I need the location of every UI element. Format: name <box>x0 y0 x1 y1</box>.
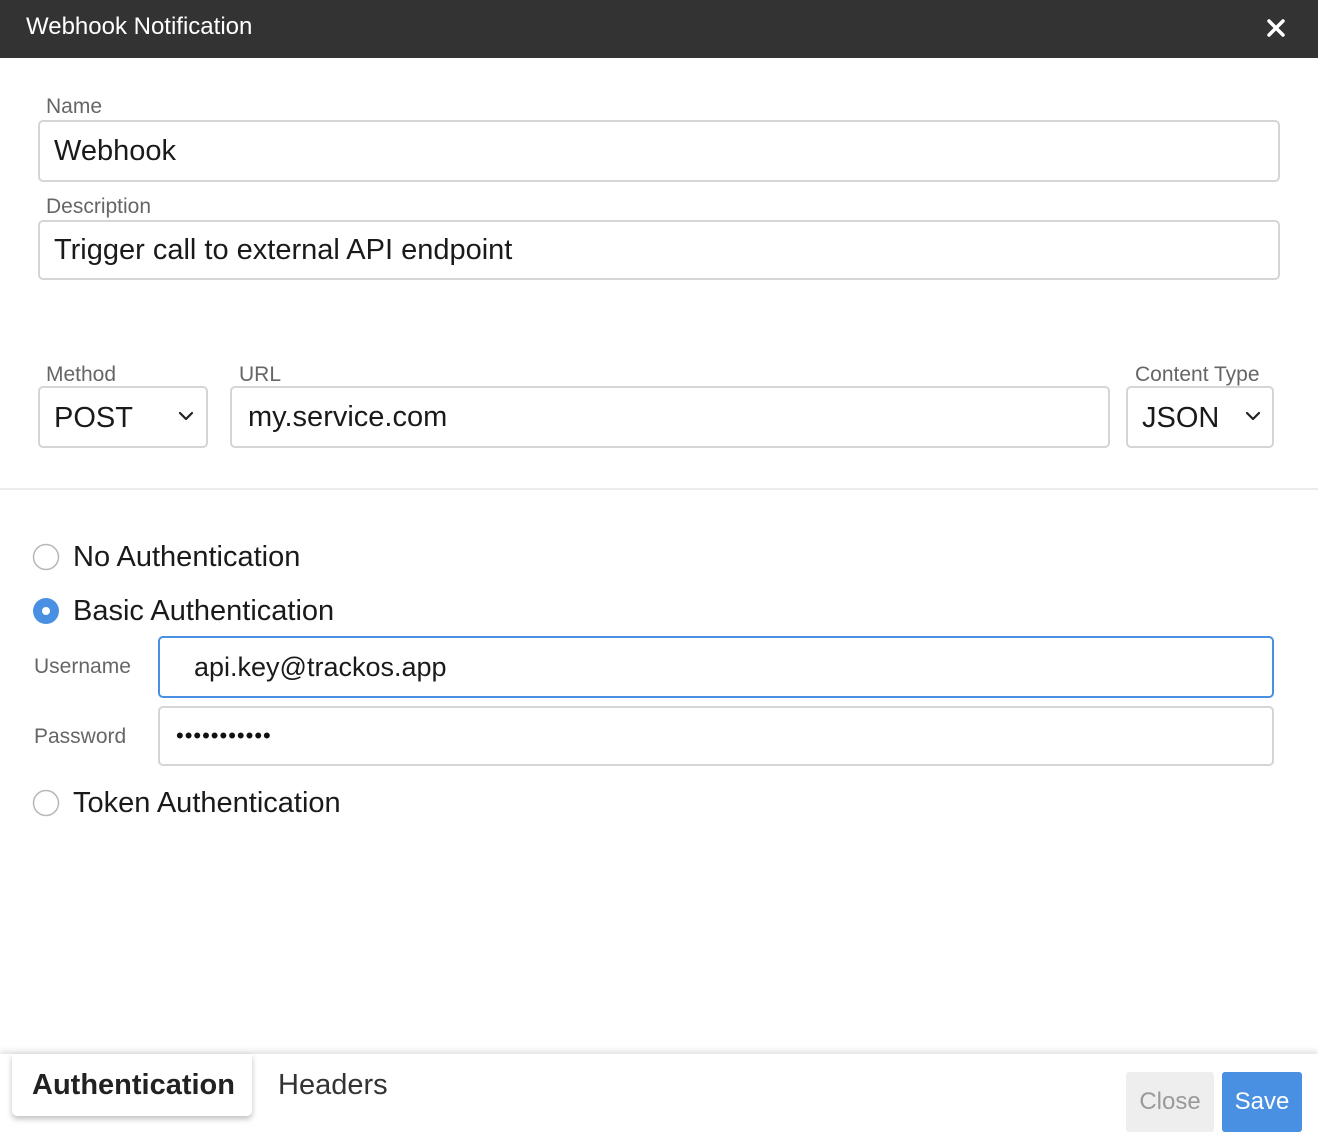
title-bar: Webhook Notification <box>0 0 1318 58</box>
method-value: POST <box>54 402 133 434</box>
method-select[interactable]: POST <box>38 386 208 448</box>
radio-checked-icon[interactable] <box>32 597 60 625</box>
content-type-label: Content Type <box>1135 363 1260 386</box>
radio-token-authentication[interactable]: Token Authentication <box>32 786 352 820</box>
radio-label: Token Authentication <box>73 787 341 819</box>
radio-no-authentication[interactable]: No Authentication <box>32 540 322 574</box>
webhook-dialog: Webhook Notification Name Description Me… <box>0 0 1318 1138</box>
chevron-down-icon <box>1245 408 1261 424</box>
radio-basic-authentication[interactable]: Basic Authentication <box>32 594 352 628</box>
dialog-title: Webhook Notification <box>26 13 253 40</box>
radio-label: No Authentication <box>73 541 301 573</box>
name-input[interactable] <box>38 120 1280 182</box>
password-mask: ••••••••••• <box>176 723 272 748</box>
tab-authentication[interactable]: Authentication <box>12 1054 252 1116</box>
description-input[interactable] <box>38 220 1280 280</box>
tab-headers[interactable]: Headers <box>278 1068 388 1102</box>
password-input[interactable]: ••••••••••• <box>158 706 1274 766</box>
radio-label: Basic Authentication <box>73 595 335 627</box>
radio-unchecked-icon[interactable] <box>32 543 60 571</box>
username-label: Username <box>34 655 131 678</box>
close-button[interactable]: Close <box>1126 1072 1214 1132</box>
close-icon[interactable] <box>1262 14 1290 42</box>
radio-unchecked-icon[interactable] <box>32 789 60 817</box>
url-input[interactable] <box>230 386 1110 448</box>
content-type-select[interactable]: JSON <box>1126 386 1274 448</box>
url-label: URL <box>239 363 282 386</box>
method-label: Method <box>46 363 117 386</box>
chevron-down-icon <box>178 408 194 424</box>
password-label: Password <box>34 725 127 748</box>
save-button[interactable]: Save <box>1222 1072 1302 1132</box>
section-divider <box>0 488 1318 490</box>
dialog-footer: Authentication Headers Close Save <box>0 1054 1318 1138</box>
name-label: Name <box>46 95 103 118</box>
username-input[interactable] <box>158 636 1274 698</box>
tab-label: Authentication <box>32 1069 235 1101</box>
description-label: Description <box>46 195 152 218</box>
content-type-value: JSON <box>1142 402 1220 434</box>
